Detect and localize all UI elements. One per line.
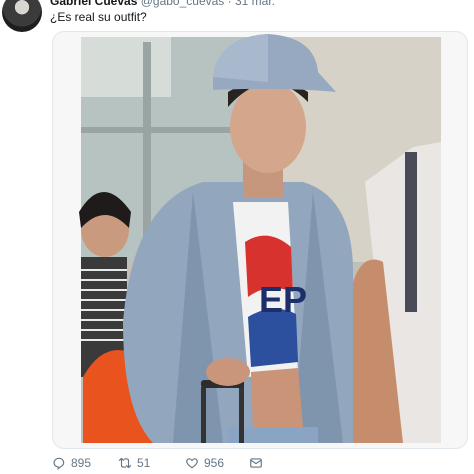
author-name[interactable]: Gabriel Cuevas — [50, 0, 137, 8]
reply-count: 895 — [71, 456, 92, 470]
tweet-header: Gabriel Cuevas @gabo_cuevas · 31 mar. — [50, 0, 275, 8]
like-count: 956 — [204, 456, 225, 470]
avatar[interactable] — [2, 0, 42, 32]
retweet-icon — [118, 457, 132, 469]
photo-illustration: EP — [79, 34, 441, 443]
retweet-button[interactable]: 51 — [118, 456, 150, 470]
author-handle[interactable]: @gabo_cuevas — [141, 0, 225, 8]
reply-button[interactable]: 895 — [52, 456, 91, 470]
retweet-count: 51 — [137, 456, 151, 470]
tweet-photo[interactable]: EP — [52, 31, 468, 449]
shirt-logo-text: EP — [259, 279, 307, 320]
tweet-date[interactable]: 31 mar. — [235, 0, 275, 8]
message-button[interactable] — [249, 456, 263, 470]
separator: · — [227, 0, 232, 8]
reply-icon — [53, 457, 65, 470]
like-icon — [186, 458, 198, 469]
like-button[interactable]: 956 — [185, 456, 224, 470]
tweet-text: ¿Es real su outfit? — [50, 10, 147, 24]
message-icon — [250, 458, 262, 468]
